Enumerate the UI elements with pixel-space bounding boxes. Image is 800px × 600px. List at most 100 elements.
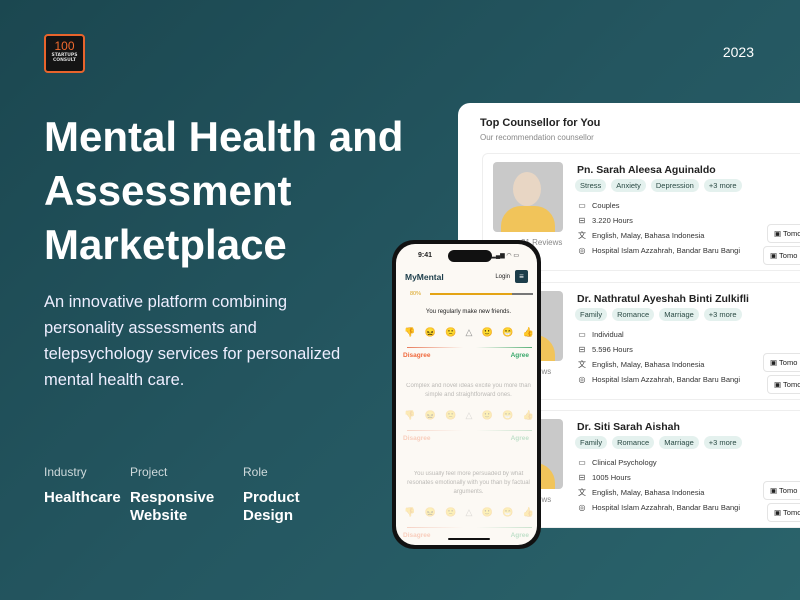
chat-icon: ▭ [578, 330, 586, 339]
thumbs-up-icon[interactable]: 👍 [523, 507, 534, 518]
specialty-tag: Marriage [659, 308, 699, 321]
grin-face-icon[interactable]: 😁 [502, 507, 513, 518]
neutral-icon[interactable]: △ [466, 410, 473, 421]
location: Hospital Islam Azzahrah, Bandar Baru Ban… [592, 375, 740, 384]
specialty-tag: +3 more [703, 308, 742, 321]
rating-scale[interactable]: 👎 😖 🙁 △ 🙂 😁 👍 [404, 410, 534, 421]
schedule-button[interactable]: ▣ Tomo [767, 503, 800, 522]
agree-label: Agree [510, 435, 529, 442]
session-type: Individual [592, 330, 624, 339]
counsellor-name[interactable]: Dr. Nathratul Ayeshah Binti Zulkifli [577, 293, 749, 305]
smile-face-icon[interactable]: 🙂 [482, 507, 493, 518]
rating-scale[interactable]: 👎 😖 🙁 △ 🙂 😁 👍 [404, 327, 534, 338]
very-sad-face-icon[interactable]: 😖 [425, 327, 436, 338]
counsellor-name[interactable]: Pn. Sarah Aleesa Aguinaldo [577, 164, 716, 176]
clock: 9:41 [418, 252, 433, 259]
status-icons: ▂▄▆ ◠ ▭ [491, 253, 519, 259]
schedule-button[interactable]: ▣ Tomo [763, 481, 800, 500]
translate-icon: 文 [578, 360, 586, 369]
counsellor-photo [493, 162, 563, 232]
calendar-icon: ▣ [774, 380, 782, 389]
login-link[interactable]: Login [495, 274, 510, 280]
question-text: You regularly make new friends. [425, 309, 512, 315]
thumbs-up-icon[interactable]: 👍 [523, 410, 534, 421]
disagree-label: Disagree [403, 352, 431, 359]
progress-label: 80% [410, 291, 422, 297]
specialty-tag: +3 more [703, 179, 742, 192]
sad-face-icon[interactable]: 🙁 [445, 327, 456, 338]
menu-icon[interactable]: ≡ [515, 270, 528, 283]
calendar-icon: ▣ [770, 486, 778, 495]
counsellor-name[interactable]: Dr. Siti Sarah Aishah [577, 421, 680, 433]
calendar-icon: ▣ [770, 358, 778, 367]
briefcase-icon: ⊟ [578, 345, 586, 354]
disagree-label: Disagree [403, 532, 431, 539]
app-logo[interactable]: MyMental [405, 272, 444, 282]
thumbs-up-icon[interactable]: 👍 [523, 327, 534, 338]
schedule-button[interactable]: ▣ Tomo [767, 375, 800, 394]
very-sad-face-icon[interactable]: 😖 [425, 410, 436, 421]
calendar-icon: ▣ [774, 508, 782, 517]
specialty-tag: Marriage [659, 436, 699, 449]
location-icon: ◎ [578, 375, 586, 384]
translate-icon: 文 [578, 231, 586, 240]
logo-text: CONSULT [53, 58, 76, 63]
very-sad-face-icon[interactable]: 😖 [425, 507, 436, 518]
agree-label: Agree [510, 532, 529, 539]
home-indicator [448, 538, 490, 540]
location: Hospital Islam Azzahrah, Bandar Baru Ban… [592, 503, 740, 512]
session-type: Clinical Psychology [592, 458, 657, 467]
specialty-tag: Family [575, 436, 608, 449]
briefcase-icon: ⊟ [578, 216, 586, 225]
specialty-tag: Romance [612, 436, 655, 449]
schedule-button[interactable]: ▣ Tomo [763, 353, 800, 372]
languages: English, Malay, Bahasa Indonesia [592, 360, 705, 369]
year: 2023 [722, 44, 754, 60]
smile-face-icon[interactable]: 🙂 [482, 327, 493, 338]
sad-face-icon[interactable]: 🙁 [445, 507, 456, 518]
grin-face-icon[interactable]: 😁 [502, 327, 513, 338]
calendar-icon: ▣ [774, 229, 782, 238]
dynamic-island [448, 250, 492, 262]
specialty-tag: Depression [650, 179, 699, 192]
specialty-tag: Romance [612, 308, 655, 321]
neutral-icon[interactable]: △ [466, 327, 473, 338]
description: An innovative platform combining persona… [44, 293, 341, 389]
agree-label: Agree [510, 352, 529, 359]
thumbs-down-icon[interactable]: 👎 [404, 410, 415, 421]
chat-icon: ▭ [578, 458, 586, 467]
grin-face-icon[interactable]: 😁 [502, 410, 513, 421]
disagree-label: Disagree [403, 435, 431, 442]
schedule-button[interactable]: ▣ Tomo [763, 246, 800, 265]
specialty-tag: Anxiety [611, 179, 646, 192]
hours: 5.596 Hours [592, 345, 633, 354]
specialty-tag: +3 more [703, 436, 742, 449]
scale-line [407, 527, 532, 528]
phone-mockup: 9:41 ▂▄▆ ◠ ▭ MyMental Login ≡ 80% You re… [392, 240, 541, 549]
scale-line [407, 347, 532, 348]
calendar-icon: ▣ [770, 251, 778, 260]
logo-number: 100 [54, 39, 75, 53]
thumbs-down-icon[interactable]: 👎 [404, 507, 415, 518]
languages: English, Malay, Bahasa Indonesia [592, 231, 705, 240]
location: Hospital Islam Azzahrah, Bandar Baru Ban… [592, 246, 740, 255]
panel-title: Top Counsellor for You [480, 117, 601, 129]
location-icon: ◎ [578, 503, 586, 512]
briefcase-icon: ⊟ [578, 473, 586, 482]
languages: English, Malay, Bahasa Indonesia [592, 488, 705, 497]
question-text: Complex and novel ideas excite you more … [406, 383, 531, 398]
startups-consult-logo: 100 STARTUPS CONSULT [44, 34, 85, 73]
hours: 3.220 Hours [592, 216, 633, 225]
meta-industry: Industry Healthcare [44, 465, 121, 506]
sad-face-icon[interactable]: 🙁 [445, 410, 456, 421]
rating-scale[interactable]: 👎 😖 🙁 △ 🙂 😁 👍 [404, 507, 534, 518]
scale-line [407, 430, 532, 431]
progress-bar [430, 293, 533, 295]
smile-face-icon[interactable]: 🙂 [482, 410, 493, 421]
meta-project: Project Responsive Website [130, 465, 215, 524]
thumbs-down-icon[interactable]: 👎 [404, 327, 415, 338]
page-title: Mental Health and Assessment Marketplace [44, 113, 404, 268]
neutral-icon[interactable]: △ [466, 507, 473, 518]
schedule-button[interactable]: ▣ Tomo [767, 224, 800, 243]
phone-screen: 9:41 ▂▄▆ ◠ ▭ MyMental Login ≡ 80% You re… [396, 244, 537, 545]
